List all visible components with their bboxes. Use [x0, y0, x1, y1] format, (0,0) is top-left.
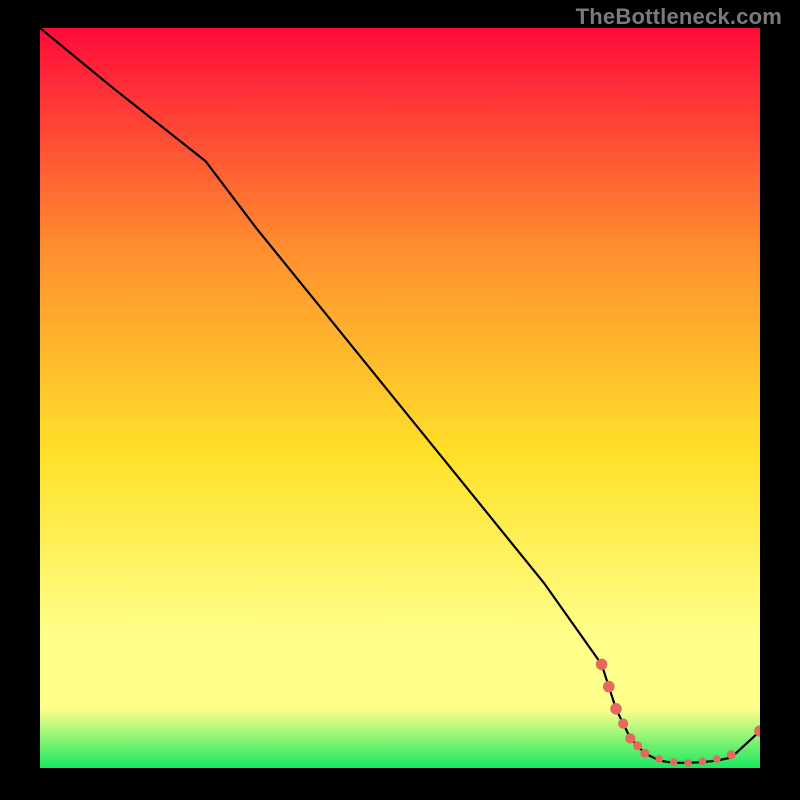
marker-dot: [618, 719, 628, 729]
gradient-background: [40, 28, 760, 768]
chart-frame: TheBottleneck.com: [0, 0, 800, 800]
marker-dot: [699, 758, 707, 766]
marker-dot: [603, 681, 615, 693]
marker-dot: [713, 755, 721, 763]
marker-dot: [640, 749, 649, 758]
marker-dot: [596, 659, 608, 671]
marker-dot: [670, 758, 678, 766]
marker-dot: [655, 755, 663, 763]
marker-dot: [633, 741, 642, 750]
marker-dot: [727, 750, 736, 759]
marker-dot: [610, 703, 622, 715]
plot-area: [40, 28, 760, 768]
watermark-text: TheBottleneck.com: [576, 4, 782, 30]
marker-dot: [684, 759, 692, 767]
chart-svg: [40, 28, 760, 768]
marker-dot: [625, 733, 635, 743]
